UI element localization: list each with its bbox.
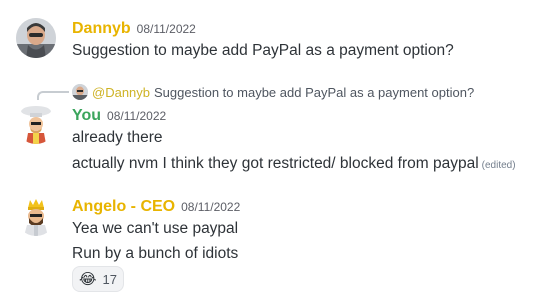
- message-text: Yea we can't use paypal: [72, 220, 239, 237]
- reaction-button[interactable]: 😂 17: [72, 266, 124, 292]
- timestamp[interactable]: 08/11/2022: [137, 22, 196, 36]
- avatar-angelo[interactable]: [16, 196, 56, 236]
- message-text: already there: [72, 129, 163, 146]
- message-text: Suggestion to maybe add PayPal as a paym…: [72, 42, 454, 59]
- message-text: actually nvm I think they got restricted…: [72, 155, 479, 172]
- reply-text: Suggestion to maybe add PayPal as a paym…: [154, 84, 475, 100]
- author-name[interactable]: You: [72, 107, 101, 124]
- message-text-edited: actually nvm I think they got restricted…: [72, 155, 516, 173]
- avatar-you[interactable]: [16, 104, 56, 144]
- reply-mention[interactable]: @Dannyb: [92, 85, 150, 100]
- timestamp[interactable]: 08/11/2022: [181, 200, 240, 214]
- timestamp[interactable]: 08/11/2022: [107, 109, 166, 123]
- author-name[interactable]: Dannyb: [72, 20, 131, 37]
- reply-spine: [37, 91, 69, 100]
- reply-reference[interactable]: @Dannyb Suggestion to maybe add PayPal a…: [72, 84, 474, 100]
- reply-avatar: [72, 84, 88, 100]
- avatar-dannyb[interactable]: [16, 18, 56, 58]
- edited-label: (edited): [481, 160, 516, 171]
- message-text: Run by a bunch of idiots: [72, 245, 239, 262]
- author-name[interactable]: Angelo - CEO: [72, 198, 175, 215]
- reaction-count: 17: [102, 271, 117, 287]
- joy-emoji-icon: 😂: [79, 270, 97, 288]
